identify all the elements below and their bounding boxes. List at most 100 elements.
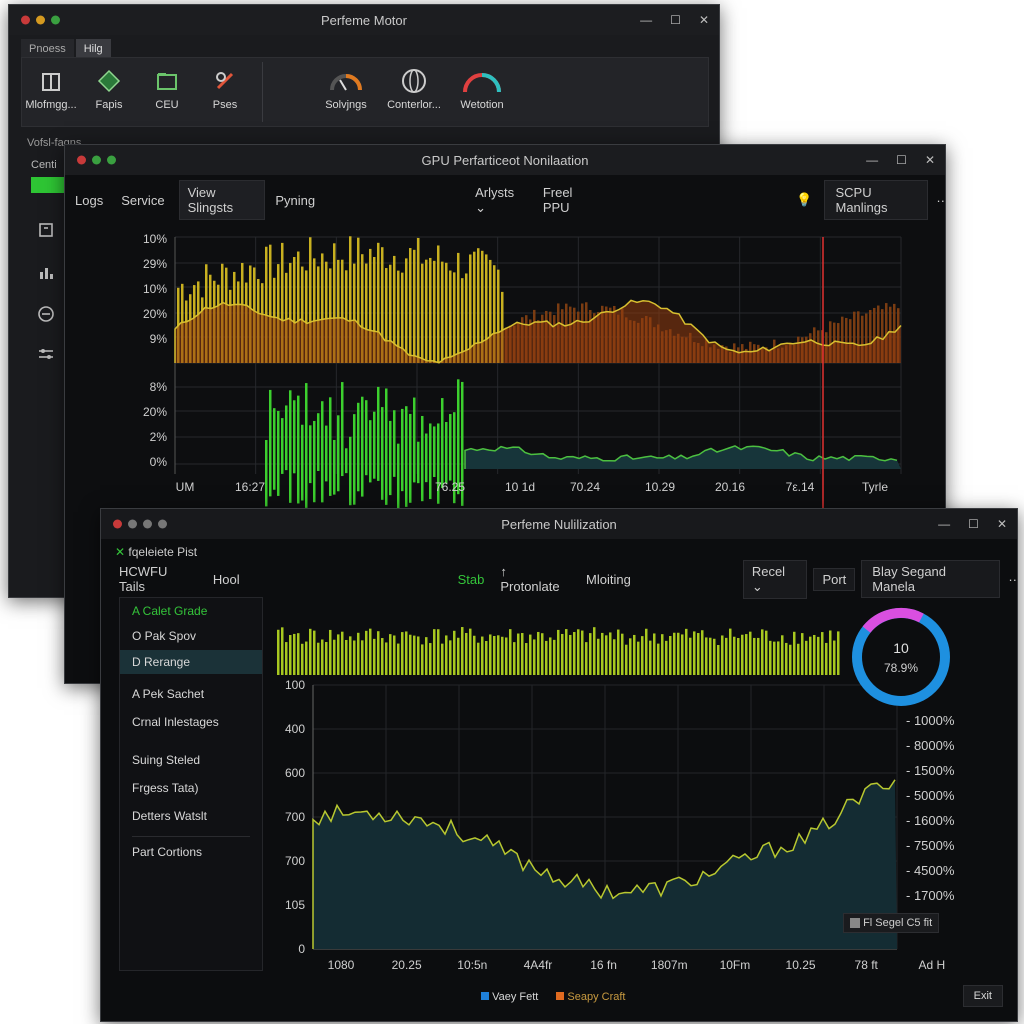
spark-bar	[549, 637, 552, 675]
y-right-tick-label: - 7500%	[906, 838, 955, 853]
bulb-icon[interactable]: 💡	[796, 192, 812, 208]
spark-bar	[537, 631, 540, 675]
spark-bar	[705, 637, 708, 675]
spark-bar	[737, 637, 740, 675]
spike	[357, 402, 360, 492]
status-green-bar	[31, 177, 67, 193]
minimize-icon[interactable]: —	[866, 153, 878, 167]
ribbon-tool[interactable]: Mlofmgg...	[22, 68, 80, 111]
spark-bar	[733, 636, 736, 675]
window-buttons: — ☐ ✕	[866, 153, 935, 167]
logs-tab[interactable]: Logs	[75, 193, 103, 208]
bottom-bars	[265, 379, 464, 509]
spark-bar	[393, 635, 396, 675]
x-tick-label: UM	[176, 480, 195, 494]
zoom-dot[interactable]	[143, 519, 152, 529]
close-icon[interactable]: ✕	[925, 153, 935, 167]
donut-gauge[interactable]: 10 78.9%	[852, 607, 950, 706]
archive-icon[interactable]	[37, 220, 55, 243]
spark-bar	[573, 632, 576, 675]
middle-window-titlebar: GPU Perfarticeot Nonilaation — ☐ ✕	[65, 145, 945, 175]
pyning-tab[interactable]: Pyning	[275, 193, 315, 208]
ribbon-tool[interactable]: Conterlor...	[380, 68, 448, 111]
spark-bar	[837, 631, 840, 675]
spark-bar	[461, 627, 464, 675]
circle-icon[interactable]	[37, 305, 55, 328]
sliders-icon[interactable]	[37, 345, 55, 368]
exit-button[interactable]: Exit	[962, 985, 1003, 1007]
spark-bar	[745, 634, 748, 675]
zoom-dot[interactable]	[107, 155, 116, 165]
wrench-icon	[216, 72, 234, 90]
extra-dot[interactable]	[158, 519, 167, 529]
spark-bar	[777, 641, 780, 675]
close-x-icon[interactable]: ✕	[115, 545, 125, 559]
close-dot[interactable]	[77, 155, 86, 165]
spark-bar	[281, 627, 284, 675]
tool-label: Solvjngs	[325, 99, 367, 111]
x-tick-label: 4A4fr	[524, 958, 553, 972]
spike	[449, 414, 452, 481]
bar	[441, 261, 444, 363]
spike	[269, 389, 272, 497]
tab-hilg[interactable]: Hilg	[75, 39, 111, 59]
spark-bar	[437, 629, 440, 675]
spark-bar	[397, 643, 400, 675]
bar	[405, 258, 408, 363]
spark-bar	[497, 635, 500, 675]
spark-bar	[765, 630, 768, 675]
close-icon[interactable]: ✕	[997, 517, 1007, 531]
spark-bar	[741, 634, 744, 675]
maximize-icon[interactable]: ☐	[896, 153, 907, 167]
ribbon-tool[interactable]: CEU	[138, 68, 196, 111]
box-icon	[42, 73, 60, 91]
spark-bar	[629, 638, 632, 675]
window-buttons: — ☐ ✕	[640, 13, 709, 27]
spike	[389, 420, 392, 496]
spike	[385, 388, 388, 505]
spike	[325, 425, 328, 482]
close-dot[interactable]	[21, 15, 30, 25]
spark-bar	[473, 635, 476, 675]
legend-item: Vaey Fett	[481, 991, 538, 1003]
tab-pnoess[interactable]: Pnoess	[21, 39, 74, 59]
spark-bar	[485, 641, 488, 675]
series-badge[interactable]: Fl Segel C5 fit	[843, 913, 940, 933]
y-tick-label: 700	[285, 854, 305, 868]
spark-bar	[361, 640, 364, 675]
spark-bar	[381, 638, 384, 675]
spark-bar	[377, 631, 380, 675]
artysts-dropdown[interactable]: Arlysts ⌄	[475, 185, 523, 216]
maximize-icon[interactable]: ☐	[670, 13, 681, 27]
ribbon-tool[interactable]: Wetotion	[448, 68, 516, 111]
spark-bar	[505, 637, 508, 675]
view-settings-tab[interactable]: View Slingsts	[178, 180, 266, 220]
spike	[373, 411, 376, 479]
maximize-icon[interactable]: ☐	[968, 517, 979, 531]
spark-bar	[425, 637, 428, 675]
minimize-dot[interactable]	[128, 519, 137, 529]
ribbon-tool[interactable]: Pses	[196, 68, 254, 111]
spark-bar	[429, 643, 432, 675]
spark-bar	[349, 636, 352, 675]
spike	[305, 383, 308, 508]
minimize-dot[interactable]	[92, 155, 101, 165]
spark-bar	[517, 633, 520, 675]
spark-bar	[669, 636, 672, 675]
bar-chart-icon[interactable]	[37, 263, 55, 286]
more-button[interactable]: ··	[936, 193, 945, 208]
monitor-selector[interactable]: SCPU Manlings	[824, 180, 929, 220]
bar	[409, 248, 412, 363]
close-icon[interactable]: ✕	[699, 13, 709, 27]
spark-bar	[401, 632, 404, 675]
minimize-icon[interactable]: —	[938, 517, 950, 531]
minimize-dot[interactable]	[36, 15, 45, 25]
minimize-icon[interactable]: —	[640, 13, 652, 27]
service-tab[interactable]: Service	[121, 193, 164, 208]
zoom-dot[interactable]	[51, 15, 60, 25]
ribbon-tool[interactable]: Fapis	[80, 68, 138, 111]
freel-ppu-tab[interactable]: Freel PPU	[543, 185, 596, 215]
close-dot[interactable]	[113, 519, 122, 529]
ribbon-tool[interactable]: Solvjngs	[312, 68, 380, 111]
artysts-label: Arlysts	[475, 184, 515, 200]
